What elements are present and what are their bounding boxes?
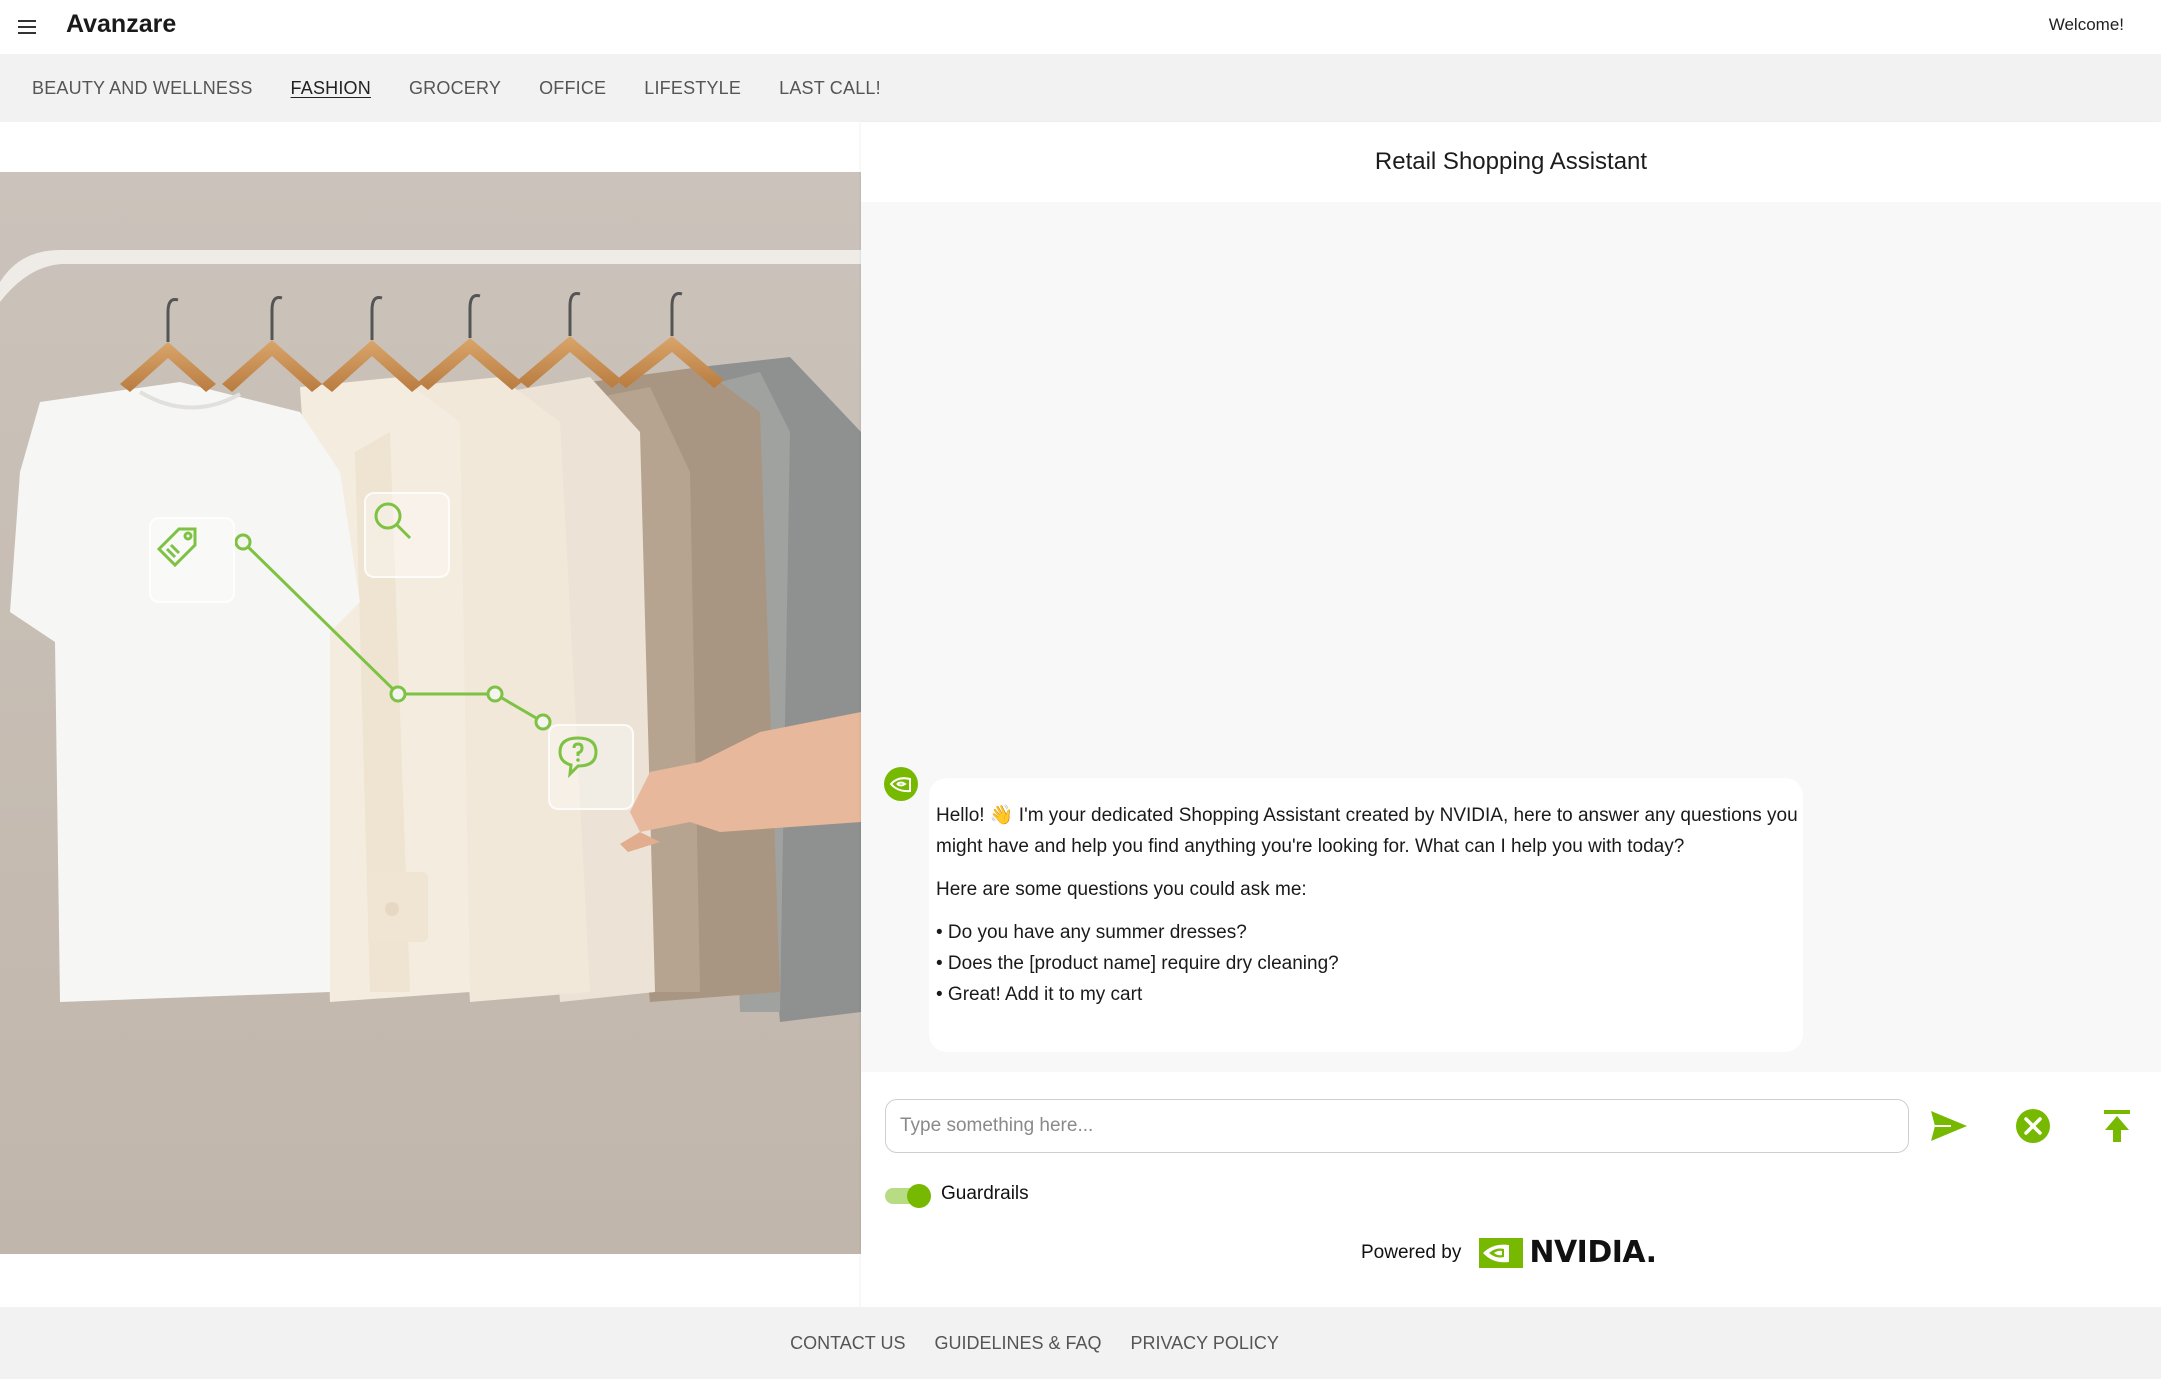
footer-link-privacy[interactable]: PRIVACY POLICY <box>1131 1333 1279 1354</box>
search-icon <box>364 492 450 578</box>
nav-item-last-call[interactable]: LAST CALL! <box>779 78 881 99</box>
nvidia-bot-avatar-icon <box>884 767 918 801</box>
top-bar: Avanzare Welcome! <box>0 0 2161 54</box>
nvidia-wordmark: NVIDIA. <box>1529 1235 1657 1270</box>
chat-question-icon <box>548 724 634 810</box>
scroll-to-top-icon[interactable] <box>2095 1104 2139 1148</box>
suggestion-item: • Do you have any summer dresses? <box>936 922 1247 943</box>
chat-input-area: Guardrails Powered by NVIDIA. <box>861 1072 2161 1307</box>
nav-item-fashion[interactable]: FASHION <box>291 78 371 99</box>
hero-image <box>0 172 861 1254</box>
category-nav: BEAUTY AND WELLNESS FASHION GROCERY OFFI… <box>0 54 2161 122</box>
assistant-header: Retail Shopping Assistant <box>861 122 2161 202</box>
powered-by-text: Powered by <box>1361 1241 1462 1263</box>
welcome-text: Welcome! <box>2048 15 2124 34</box>
hamburger-menu-icon[interactable] <box>18 14 44 40</box>
suggestion-item: • Great! Add it to my cart <box>936 984 1143 1005</box>
nav-item-grocery[interactable]: GROCERY <box>409 78 501 99</box>
powered-by: Powered by NVIDIA. <box>1361 1235 1657 1270</box>
footer: CONTACT US GUIDELINES & FAQ PRIVACY POLI… <box>0 1307 2161 1379</box>
nav-item-office[interactable]: OFFICE <box>539 78 606 99</box>
assistant-title: Retail Shopping Assistant <box>1374 148 1648 175</box>
guardrails-label: Guardrails <box>941 1183 1029 1204</box>
suggestions-intro: Here are some questions you could ask me… <box>936 879 1307 900</box>
tag-icon <box>149 517 235 603</box>
assistant-message: Hello! 👋 I'm your dedicated Shopping Ass… <box>929 778 1803 1052</box>
chat-input[interactable] <box>885 1099 1909 1153</box>
clothes-rack-illustration <box>0 172 861 1254</box>
greeting-text: Hello! 👋 I'm your dedicated Shopping Ass… <box>936 805 1798 857</box>
nvidia-logo: NVIDIA. <box>1479 1235 1657 1270</box>
nvidia-eye-icon <box>1479 1237 1524 1268</box>
suggestion-item: • Does the [product name] require dry cl… <box>936 953 1339 974</box>
assistant-panel: Retail Shopping Assistant Hello! 👋 I'm y… <box>861 122 2161 1307</box>
footer-link-contact[interactable]: CONTACT US <box>790 1333 905 1354</box>
nav-item-beauty-and-wellness[interactable]: BEAUTY AND WELLNESS <box>32 78 253 99</box>
nav-item-lifestyle[interactable]: LIFESTYLE <box>644 78 741 99</box>
guardrails-toggle[interactable] <box>885 1184 931 1208</box>
clear-icon[interactable] <box>2011 1104 2055 1148</box>
brand-name[interactable]: Avanzare <box>66 10 176 39</box>
send-icon[interactable] <box>1927 1104 1971 1148</box>
footer-link-guidelines[interactable]: GUIDELINES & FAQ <box>934 1333 1101 1354</box>
